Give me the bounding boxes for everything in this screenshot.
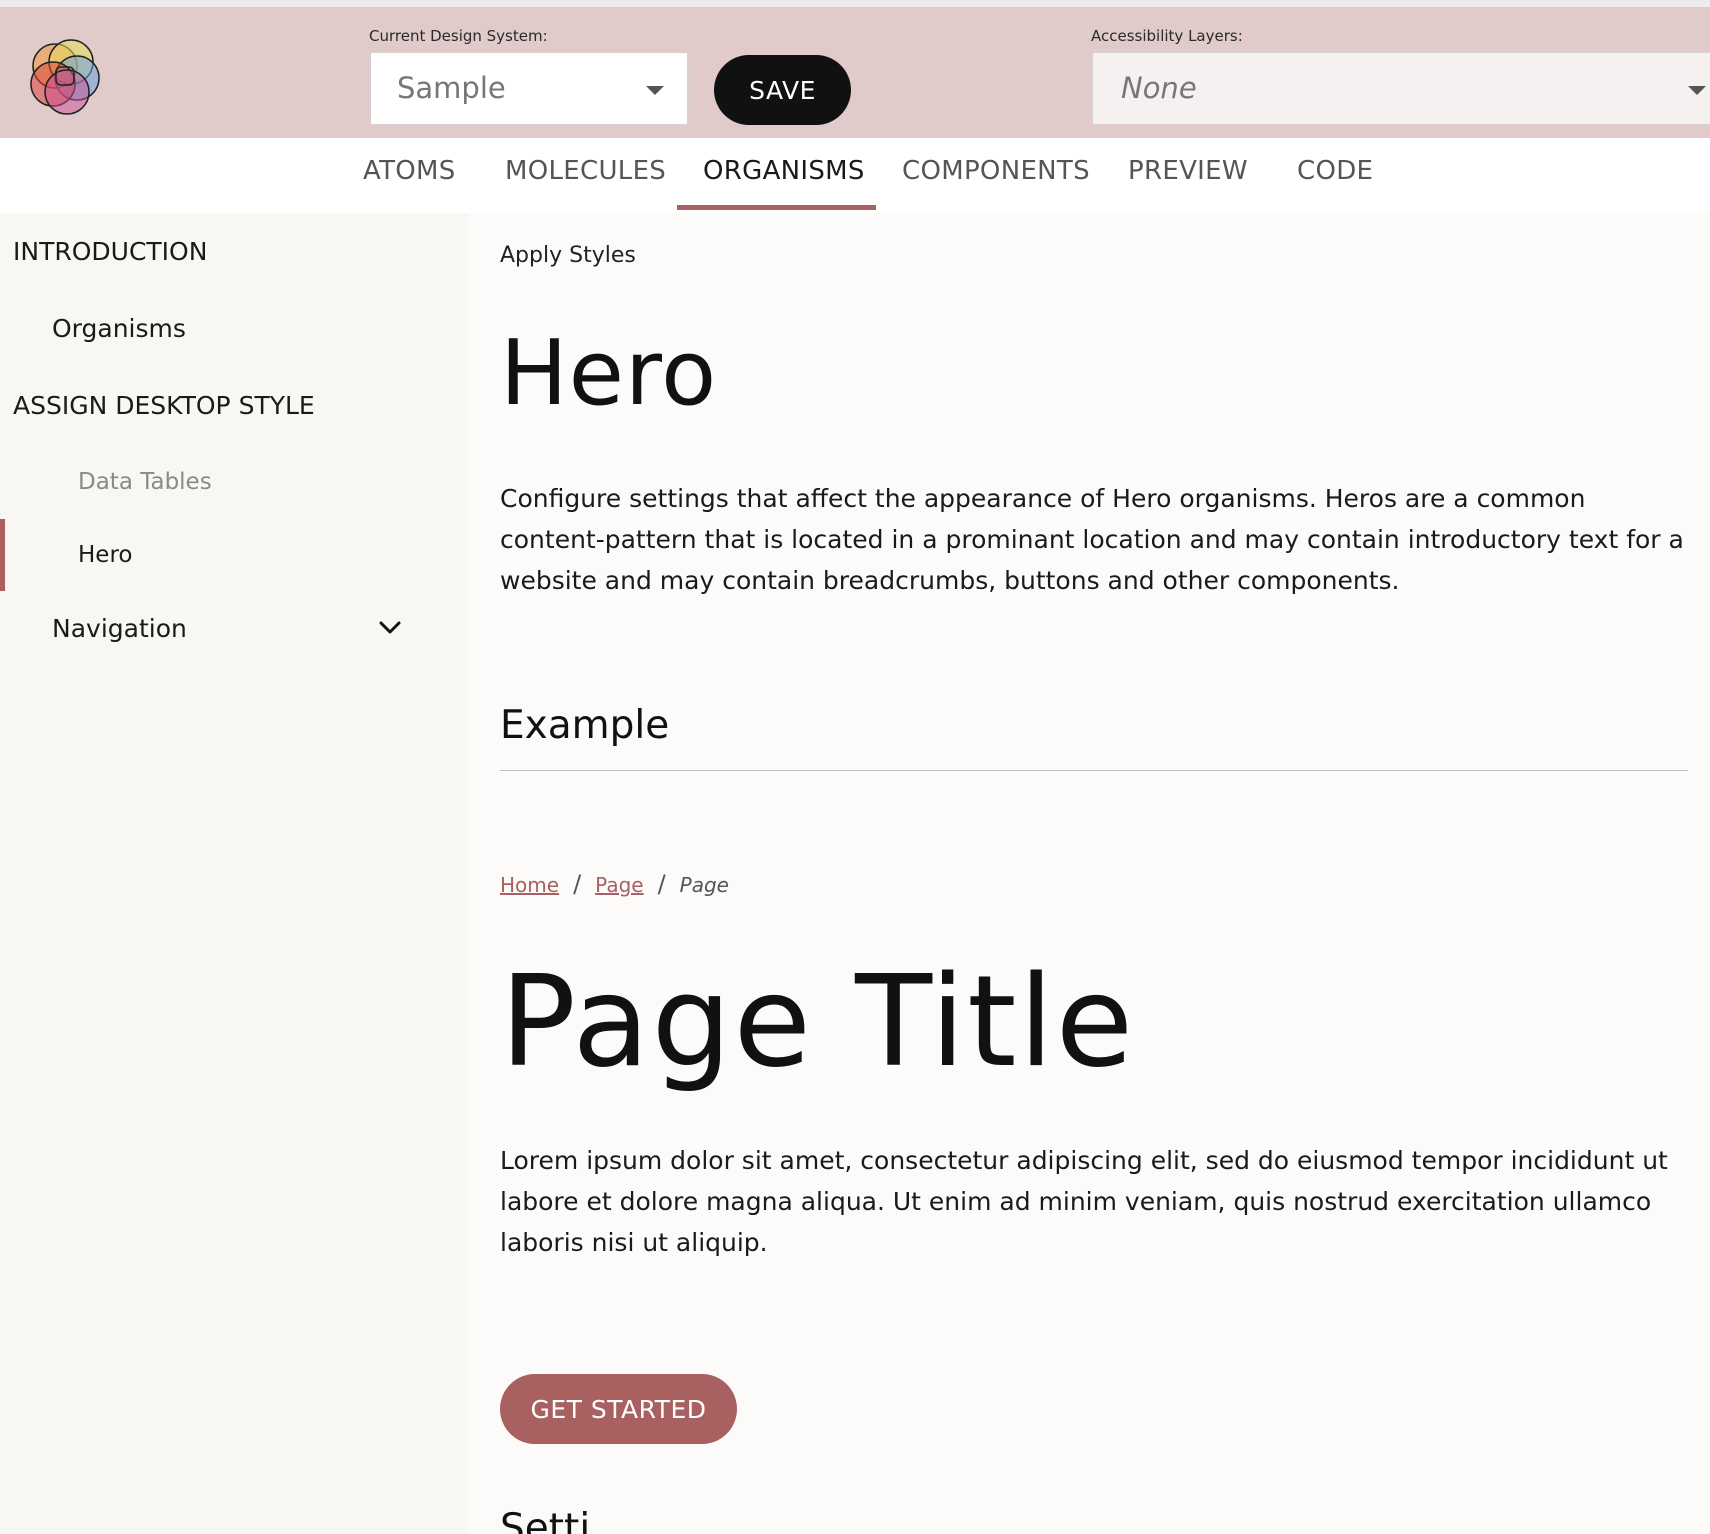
sidebar-item-organisms[interactable]: Organisms <box>52 314 186 343</box>
breadcrumb-separator: / <box>657 870 666 898</box>
sidebar-item-data-tables[interactable]: Data Tables <box>78 469 212 495</box>
settings-heading-partial: Setti <box>500 1506 591 1534</box>
section-divider <box>500 770 1688 771</box>
breadcrumb-current: Page <box>679 873 729 897</box>
window-top-strip <box>0 0 1710 7</box>
example-body-text: Lorem ipsum dolor sit amet, consectetur … <box>500 1146 1668 1257</box>
active-item-indicator <box>0 519 5 591</box>
tab-bar: ATOMS MOLECULES ORGANISMS COMPONENTS PRE… <box>0 138 1710 213</box>
breadcrumb-home-link[interactable]: Home <box>500 873 559 897</box>
chevron-down-icon[interactable] <box>378 620 402 636</box>
tab-atoms[interactable]: ATOMS <box>363 156 456 186</box>
header-bar: Current Design System: Sample SAVE Acces… <box>0 7 1710 138</box>
accessibility-layers-select[interactable]: None <box>1091 51 1710 126</box>
get-started-button[interactable]: GET STARTED <box>500 1374 737 1444</box>
breadcrumb-separator: / <box>573 870 582 898</box>
tab-code[interactable]: CODE <box>1297 156 1373 186</box>
tab-preview[interactable]: PREVIEW <box>1128 156 1248 186</box>
sidebar-item-navigation[interactable]: Navigation <box>52 614 187 643</box>
design-system-value: Sample <box>397 71 506 105</box>
hero-description: Configure settings that affect the appea… <box>500 484 1684 595</box>
caret-down-icon <box>646 86 664 95</box>
breadcrumb-page-link[interactable]: Page <box>595 873 643 897</box>
tab-components[interactable]: COMPONENTS <box>902 156 1090 186</box>
sidebar-item-hero[interactable]: Hero <box>78 542 132 568</box>
accessibility-layers-label: Accessibility Layers: <box>1091 27 1243 45</box>
design-system-select[interactable]: Sample <box>369 51 689 126</box>
sidebar-item-introduction[interactable]: INTRODUCTION <box>13 237 207 266</box>
design-system-label: Current Design System: <box>369 27 548 45</box>
apply-styles-label: Apply Styles <box>500 243 636 268</box>
active-tab-indicator <box>677 205 876 210</box>
tab-molecules[interactable]: MOLECULES <box>505 156 666 186</box>
accessibility-layers-value: None <box>1121 71 1197 105</box>
page-heading: Hero <box>500 321 718 426</box>
tab-organisms[interactable]: ORGANISMS <box>703 156 865 186</box>
breadcrumb: Home / Page / Page <box>500 870 729 898</box>
example-heading: Example <box>500 703 670 748</box>
sidebar-item-assign-desktop-style[interactable]: ASSIGN DESKTOP STYLE <box>13 391 315 420</box>
venn-circles-logo-icon[interactable] <box>25 34 105 116</box>
sidebar: INTRODUCTION Organisms ASSIGN DESKTOP ST… <box>0 213 468 1534</box>
example-page-title: Page Title <box>500 948 1136 1095</box>
save-button[interactable]: SAVE <box>714 55 851 125</box>
caret-down-icon <box>1688 86 1706 95</box>
